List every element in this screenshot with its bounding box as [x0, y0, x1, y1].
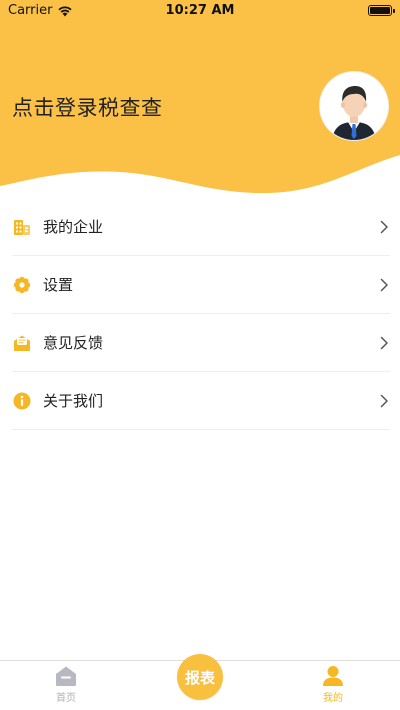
home-icon	[56, 666, 76, 686]
menu-item-about-us[interactable]: 关于我们	[12, 372, 390, 430]
chevron-right-icon	[378, 220, 390, 234]
tab-report-button[interactable]: 报表	[177, 654, 223, 700]
tab-home[interactable]: 首页	[26, 665, 106, 704]
menu-item-settings[interactable]: 设置	[12, 256, 390, 314]
menu-item-label: 设置	[43, 276, 74, 294]
status-time: 10:27 AM	[165, 3, 235, 18]
tab-mine-label: 我的	[323, 693, 343, 704]
battery-icon	[368, 5, 395, 16]
chevron-right-icon	[378, 278, 390, 292]
menu-item-my-company[interactable]: 我的企业	[12, 198, 390, 256]
info-icon	[12, 391, 32, 411]
chevron-right-icon	[378, 394, 390, 408]
tab-bar: 首页 报表 我的	[0, 654, 400, 710]
login-prompt[interactable]: 点击登录税查查	[12, 92, 163, 122]
menu-item-label: 关于我们	[43, 392, 104, 410]
menu-item-feedback[interactable]: 意见反馈	[12, 314, 390, 372]
avatar[interactable]	[320, 72, 388, 140]
building-icon	[12, 217, 32, 237]
menu-item-label: 我的企业	[43, 218, 104, 236]
tab-report-label: 报表	[184, 668, 215, 687]
menu-item-label: 意见反馈	[43, 334, 104, 352]
gear-icon	[12, 275, 32, 295]
user-icon	[323, 666, 343, 686]
tab-home-label: 首页	[56, 693, 76, 704]
user-avatar-icon	[320, 72, 388, 140]
status-bar: Carrier 10:27 AM	[0, 0, 400, 22]
settings-menu: 我的企业 设置 意见反馈 关于我们	[12, 198, 390, 430]
tab-mine[interactable]: 我的	[293, 665, 373, 704]
mail-feedback-icon	[12, 333, 32, 353]
chevron-right-icon	[378, 336, 390, 350]
